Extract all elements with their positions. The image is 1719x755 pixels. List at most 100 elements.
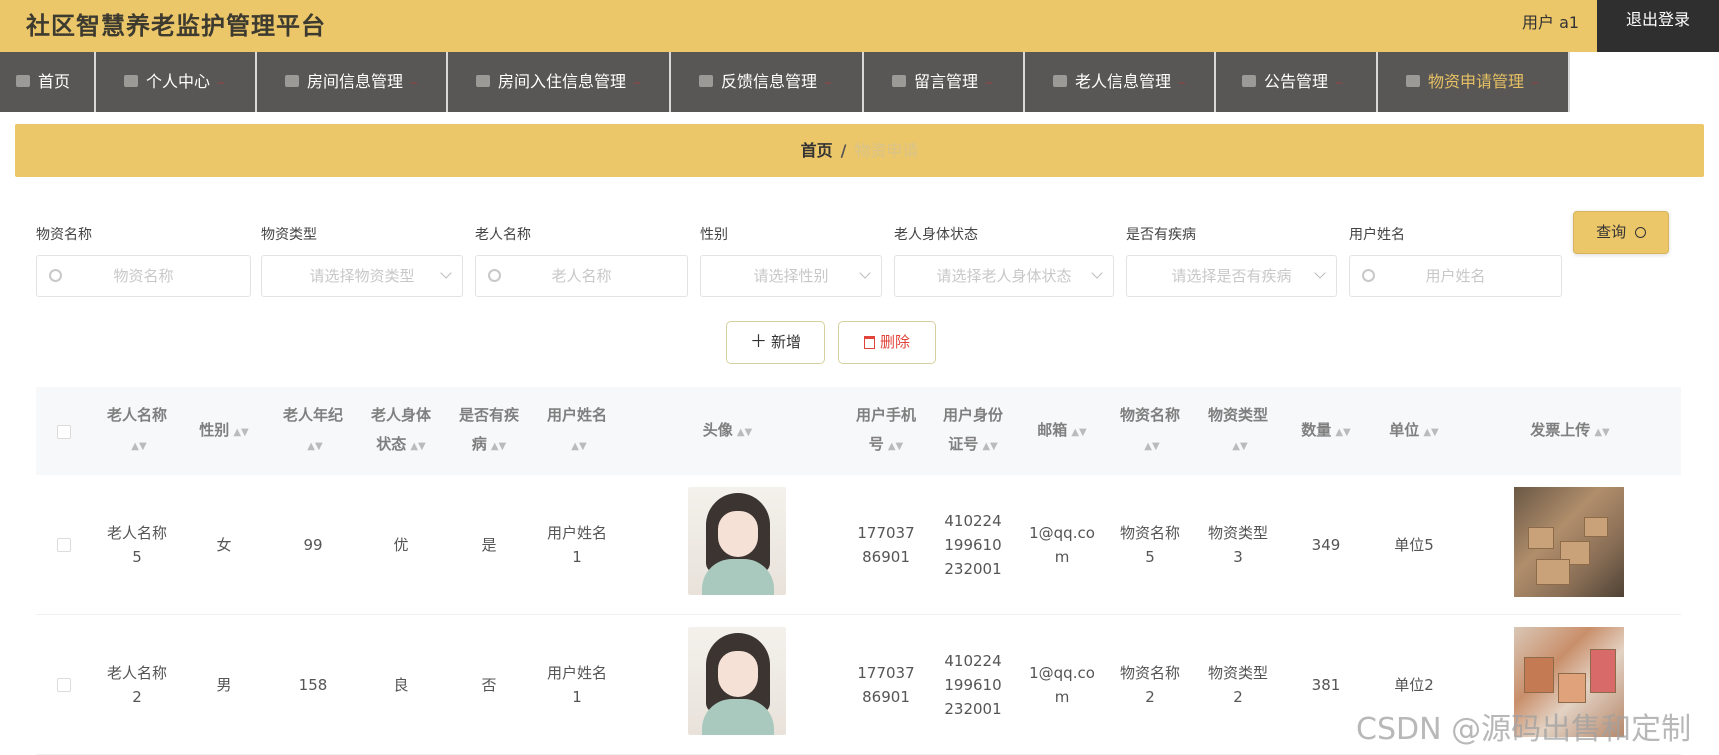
body-status-select[interactable]: 请选择老人身体状态 — [894, 255, 1114, 297]
column-header[interactable]: 邮箱 ▲▼ — [1021, 387, 1103, 475]
home-icon — [16, 74, 30, 87]
app-title: 社区智慧养老监护管理平台 — [26, 12, 326, 40]
gender-select[interactable]: 请选择性别 — [700, 255, 882, 297]
supply-name-input[interactable]: 物资名称 — [36, 255, 251, 297]
caret-icon — [986, 81, 993, 84]
search-icon — [488, 269, 501, 282]
column-header[interactable]: 老人名称 ▲▼ — [96, 387, 178, 475]
search-icon — [1634, 227, 1646, 238]
nav-item-supply-requests[interactable]: 物资申请管理 — [1378, 52, 1570, 112]
nav-item-elder-info[interactable]: 老人信息管理 — [1025, 52, 1216, 112]
cell-age: 158 — [298, 676, 328, 694]
document-icon — [892, 74, 906, 87]
breadcrumb-home[interactable]: 首页 — [801, 141, 833, 160]
watermark: CSDN @源码出售和定制 — [1356, 712, 1692, 747]
cell-supply-type: 物资类型3 — [1207, 524, 1268, 566]
nav-item-feedback[interactable]: 反馈信息管理 — [671, 52, 864, 112]
cell-supply-type: 物资类型2 — [1207, 664, 1268, 706]
cell-quantity: 349 — [1311, 536, 1341, 554]
column-header[interactable]: 物资类型 ▲▼ — [1197, 387, 1279, 475]
caret-icon — [1336, 81, 1343, 84]
input-placeholder: 请选择性别 — [753, 267, 829, 285]
user-name-input[interactable]: 用户姓名 — [1349, 255, 1562, 297]
elder-name-input[interactable]: 老人名称 — [475, 255, 688, 297]
disease-select[interactable]: 请选择是否有疾病 — [1126, 255, 1337, 297]
nav-item-personal-center[interactable]: 个人中心 — [96, 52, 257, 112]
column-header[interactable]: 用户手机号 ▲▼ — [845, 387, 927, 475]
column-header[interactable]: 是否有疾病 ▲▼ — [448, 387, 530, 475]
cell-supply-name: 物资名称2 — [1119, 664, 1180, 706]
cell-supply-name: 物资名称5 — [1119, 524, 1180, 566]
sort-icon: ▲▼ — [410, 441, 426, 452]
column-header[interactable]: 用户身份证号 ▲▼ — [932, 387, 1014, 475]
monitor-icon — [476, 74, 490, 87]
nav-item-home[interactable]: 首页 — [0, 52, 96, 112]
select-all-checkbox[interactable] — [57, 425, 71, 439]
nav-item-room-info[interactable]: 房间信息管理 — [257, 52, 448, 112]
column-header[interactable]: 老人年纪 ▲▼ — [272, 387, 354, 475]
invoice-image[interactable] — [1514, 487, 1624, 597]
nav-item-room-checkin[interactable]: 房间入住信息管理 — [448, 52, 671, 112]
cell-email: 1@qq.com — [1029, 524, 1095, 566]
search-icon — [49, 269, 62, 282]
cell-unit: 单位5 — [1394, 536, 1434, 554]
cell-user-name: 用户姓名1 — [546, 524, 607, 566]
document-icon — [1406, 74, 1420, 87]
delete-button[interactable]: 删除 — [838, 321, 936, 364]
filter-label: 老人身体状态 — [894, 227, 978, 243]
logout-button[interactable]: 退出登录 — [1597, 0, 1719, 52]
cell-body-status: 良 — [393, 676, 409, 694]
filter-label: 物资名称 — [36, 227, 92, 243]
breadcrumb: 首页 / 物资申请 — [15, 124, 1704, 177]
cell-elder-name: 老人名称2 — [106, 664, 167, 706]
sort-icon: ▲▼ — [233, 426, 249, 438]
filter-label: 是否有疾病 — [1126, 227, 1196, 243]
cell-age: 99 — [303, 536, 323, 554]
column-header[interactable]: 头像 ▲▼ — [660, 387, 795, 475]
column-header[interactable]: 发票上传 ▲▼ — [1485, 387, 1655, 475]
column-header[interactable]: 单位 ▲▼ — [1373, 387, 1455, 475]
cell-phone: 17703786901 — [857, 524, 915, 566]
cell-quantity: 381 — [1311, 676, 1341, 694]
filter-label: 物资类型 — [261, 227, 317, 243]
query-label: 查询 — [1596, 223, 1627, 241]
column-header[interactable]: 老人身体状态 ▲▼ — [360, 387, 442, 475]
caret-icon — [1179, 81, 1186, 84]
sort-icon: ▲▼ — [307, 441, 323, 452]
column-header[interactable]: 物资名称 ▲▼ — [1109, 387, 1191, 475]
nav-label: 公告管理 — [1264, 72, 1329, 91]
sort-icon: ▲▼ — [490, 441, 507, 452]
cell-phone: 17703786901 — [857, 664, 915, 706]
caret-icon — [1532, 81, 1539, 84]
cell-disease: 否 — [481, 676, 497, 694]
nav-item-messages[interactable]: 留言管理 — [864, 52, 1025, 112]
cell-elder-name: 老人名称5 — [106, 524, 167, 566]
query-button[interactable]: 查询 — [1573, 211, 1669, 254]
plus-icon: ＋ — [749, 332, 767, 352]
nav-label: 首页 — [38, 72, 71, 91]
column-header[interactable]: 数量 ▲▼ — [1285, 387, 1367, 475]
nav-label: 老人信息管理 — [1075, 72, 1172, 91]
sort-icon: ▲▼ — [736, 426, 753, 438]
row-checkbox[interactable] — [57, 538, 71, 552]
current-user-label: 用户 a1 — [1522, 13, 1580, 32]
nav-item-announcements[interactable]: 公告管理 — [1216, 52, 1378, 112]
sort-icon: ▲▼ — [1144, 441, 1160, 452]
sort-icon: ▲▼ — [1071, 426, 1087, 438]
cell-gender: 男 — [216, 676, 232, 694]
caret-icon — [411, 81, 418, 84]
input-placeholder: 请选择是否有疾病 — [1171, 267, 1292, 285]
supply-type-select[interactable]: 请选择物资类型 — [261, 255, 463, 297]
avatar — [688, 627, 786, 735]
main-nav: 首页 个人中心 房间信息管理 房间入住信息管理 反馈信息管理 留言管理 老人信息… — [0, 52, 1719, 112]
briefcase-icon — [285, 74, 299, 87]
column-header[interactable]: 性别 ▲▼ — [183, 387, 265, 475]
column-header[interactable]: 用户姓名 ▲▼ — [536, 387, 618, 475]
row-checkbox[interactable] — [57, 678, 71, 692]
chevron-down-icon — [1314, 267, 1326, 279]
sort-icon: ▲▼ — [1232, 441, 1248, 452]
cell-email: 1@qq.com — [1029, 664, 1095, 706]
cell-disease: 是 — [481, 536, 497, 554]
input-placeholder: 物资名称 — [113, 267, 174, 285]
add-button[interactable]: ＋新增 — [726, 321, 825, 364]
